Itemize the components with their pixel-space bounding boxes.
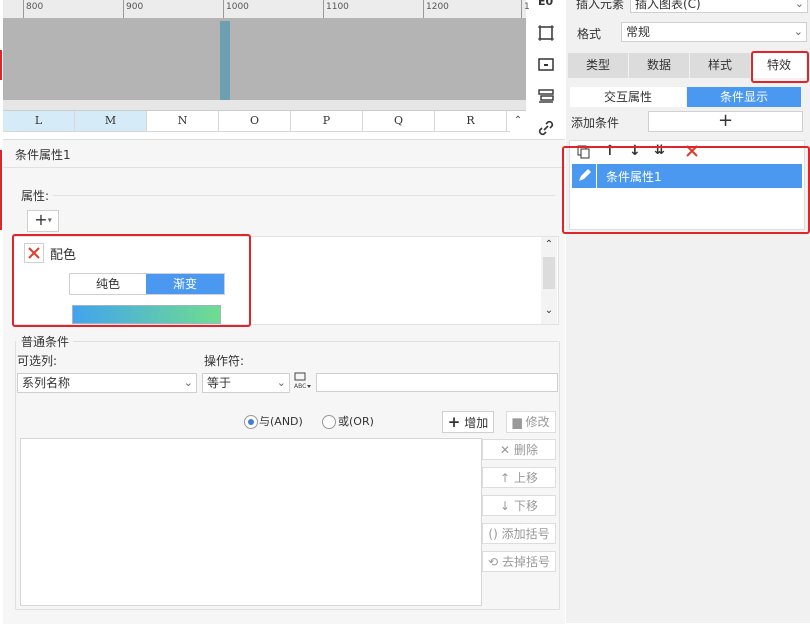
column-header-row: L M N O P Q R — [3, 111, 510, 132]
add-condition-item-button[interactable]: + 增加 — [442, 411, 494, 433]
add-label: 增加 — [464, 416, 489, 430]
move-up-button[interactable]: ↑ 上移 — [482, 467, 556, 488]
radio-selected-dot — [248, 419, 254, 425]
dropdown-caret-icon: ▾ — [47, 215, 52, 225]
move-up-label: 上移 — [513, 471, 538, 485]
cell-element-icon[interactable]: E0 — [537, 0, 555, 12]
panel-title: 条件属性1 — [15, 148, 71, 162]
or-label: 或(OR) — [338, 415, 374, 428]
chevron-down-icon: ⌄ — [183, 376, 193, 389]
remove-bracket-icon: ⟲ — [488, 555, 499, 569]
highlight-box — [562, 146, 810, 234]
column-select-value: 系列名称 — [22, 376, 71, 390]
column-header[interactable]: P — [291, 111, 363, 131]
add-condition-label: 添加条件 — [571, 116, 620, 130]
column-header[interactable]: M — [75, 111, 147, 131]
column-header[interactable]: R — [435, 111, 507, 131]
divider — [73, 341, 558, 342]
format-label: 格式 — [577, 27, 602, 41]
arrow-down-icon: ↓ — [500, 499, 511, 513]
horizontal-scrollbar[interactable] — [3, 100, 526, 111]
scroll-thumb[interactable] — [543, 257, 555, 289]
highlight-edge — [0, 150, 2, 230]
bracket-icon: () — [488, 527, 498, 541]
move-down-label: 下移 — [513, 499, 538, 513]
ruler-tick: 900 — [123, 0, 143, 18]
column-header[interactable]: O — [219, 111, 291, 131]
chevron-down-icon: ⌄ — [794, 0, 804, 10]
plus-icon: + — [34, 210, 48, 229]
ruler-tick: 1 — [521, 0, 530, 18]
format-value: 常规 — [626, 25, 651, 39]
add-bracket-button[interactable]: () 添加括号 — [482, 523, 556, 544]
and-radio[interactable] — [244, 415, 258, 429]
property-section-label: 属性: — [21, 189, 50, 203]
remove-bracket-button[interactable]: ⟲ 去掉括号 — [482, 551, 556, 572]
svg-text:E0: E0 — [538, 0, 554, 8]
side-toolbar: E0 — [530, 0, 564, 140]
column-header[interactable]: Q — [363, 111, 435, 131]
modify-button[interactable]: ▆ 修改 — [506, 411, 556, 433]
highlight-box — [751, 51, 809, 83]
svg-text:ABC: ABC — [294, 383, 306, 390]
move-down-button[interactable]: ↓ 下移 — [482, 495, 556, 516]
remove-bracket-label: 去掉括号 — [501, 555, 550, 569]
tab-conditional-display[interactable]: 条件显示 — [687, 87, 801, 107]
delete-button[interactable]: ✕ 删除 — [482, 439, 556, 460]
format-select[interactable]: 常规 ⌄ — [621, 22, 807, 42]
right-property-panel: 插入元素 插入图表(C) ⌄ 格式 常规 ⌄ 类型 数据 样式 特效 交互属性 条件… — [562, 0, 810, 623]
operator-label: 操作符: — [204, 354, 245, 368]
layer-icon[interactable] — [537, 88, 555, 106]
chart-bar — [220, 21, 230, 100]
tab-style[interactable]: 样式 — [690, 53, 750, 78]
column-header[interactable]: N — [147, 111, 219, 131]
tab-interaction[interactable]: 交互属性 — [570, 87, 686, 107]
formula-icon[interactable]: ABC — [292, 371, 312, 391]
ruler-tick: 1200 — [423, 0, 449, 18]
scroll-up-icon[interactable]: ⌃ — [541, 239, 557, 250]
link-icon[interactable] — [537, 119, 555, 137]
horizontal-ruler: 800 900 1000 1100 1200 1 — [3, 0, 530, 19]
modify-icon: ▆ — [512, 415, 522, 429]
or-radio[interactable] — [322, 415, 336, 429]
condition-value-input[interactable] — [316, 373, 558, 392]
ruler-tick: 800 — [23, 0, 43, 18]
modify-label: 修改 — [525, 415, 550, 429]
column-header[interactable]: L — [3, 111, 75, 131]
insert-element-value: 插入图表(C) — [635, 0, 701, 11]
property-list-scrollbar[interactable]: ⌃ ⌄ — [541, 237, 557, 324]
add-bracket-label: 添加括号 — [501, 527, 550, 541]
plus-icon: + — [447, 413, 461, 431]
scroll-up-icon[interactable]: ⌃ — [510, 111, 526, 131]
column-label: 可选列: — [17, 354, 58, 368]
divider — [3, 167, 565, 168]
insert-element-select[interactable]: 插入图表(C) ⌄ — [630, 0, 808, 13]
operator-select[interactable]: 等于 ⌄ — [202, 373, 290, 393]
tab-type[interactable]: 类型 — [568, 53, 628, 78]
divider — [53, 195, 555, 196]
frame-icon[interactable] — [537, 24, 555, 42]
operator-select-value: 等于 — [207, 376, 232, 390]
add-condition-button[interactable]: + — [648, 111, 803, 132]
scroll-down-icon[interactable]: ⌄ — [541, 305, 557, 316]
chevron-down-icon: ⌄ — [793, 25, 803, 38]
chevron-down-icon: ⌄ — [276, 376, 286, 389]
arrow-up-icon: ↑ — [500, 471, 511, 485]
delete-label: 删除 — [513, 443, 538, 457]
insert-element-label: 插入元素 — [576, 0, 625, 11]
ruler-tick: 1000 — [223, 0, 249, 18]
highlight-box — [12, 234, 251, 327]
chart-canvas-area[interactable] — [3, 18, 526, 100]
and-label: 与(AND) — [259, 415, 303, 428]
delete-icon: ✕ — [500, 443, 511, 457]
condition-list[interactable] — [20, 438, 482, 606]
widget-icon[interactable] — [537, 56, 555, 74]
column-select[interactable]: 系列名称 ⌄ — [17, 373, 197, 393]
ruler-tick: 1100 — [323, 0, 349, 18]
tab-data[interactable]: 数据 — [629, 53, 689, 78]
condition-attribute-panel: 条件属性1 属性: +▾ ⌃ ⌄ 配色 纯色 渐变 普通条件 可选列: 系列名称… — [3, 139, 565, 624]
highlight-edge — [0, 50, 2, 80]
add-property-button[interactable]: +▾ — [27, 210, 59, 232]
